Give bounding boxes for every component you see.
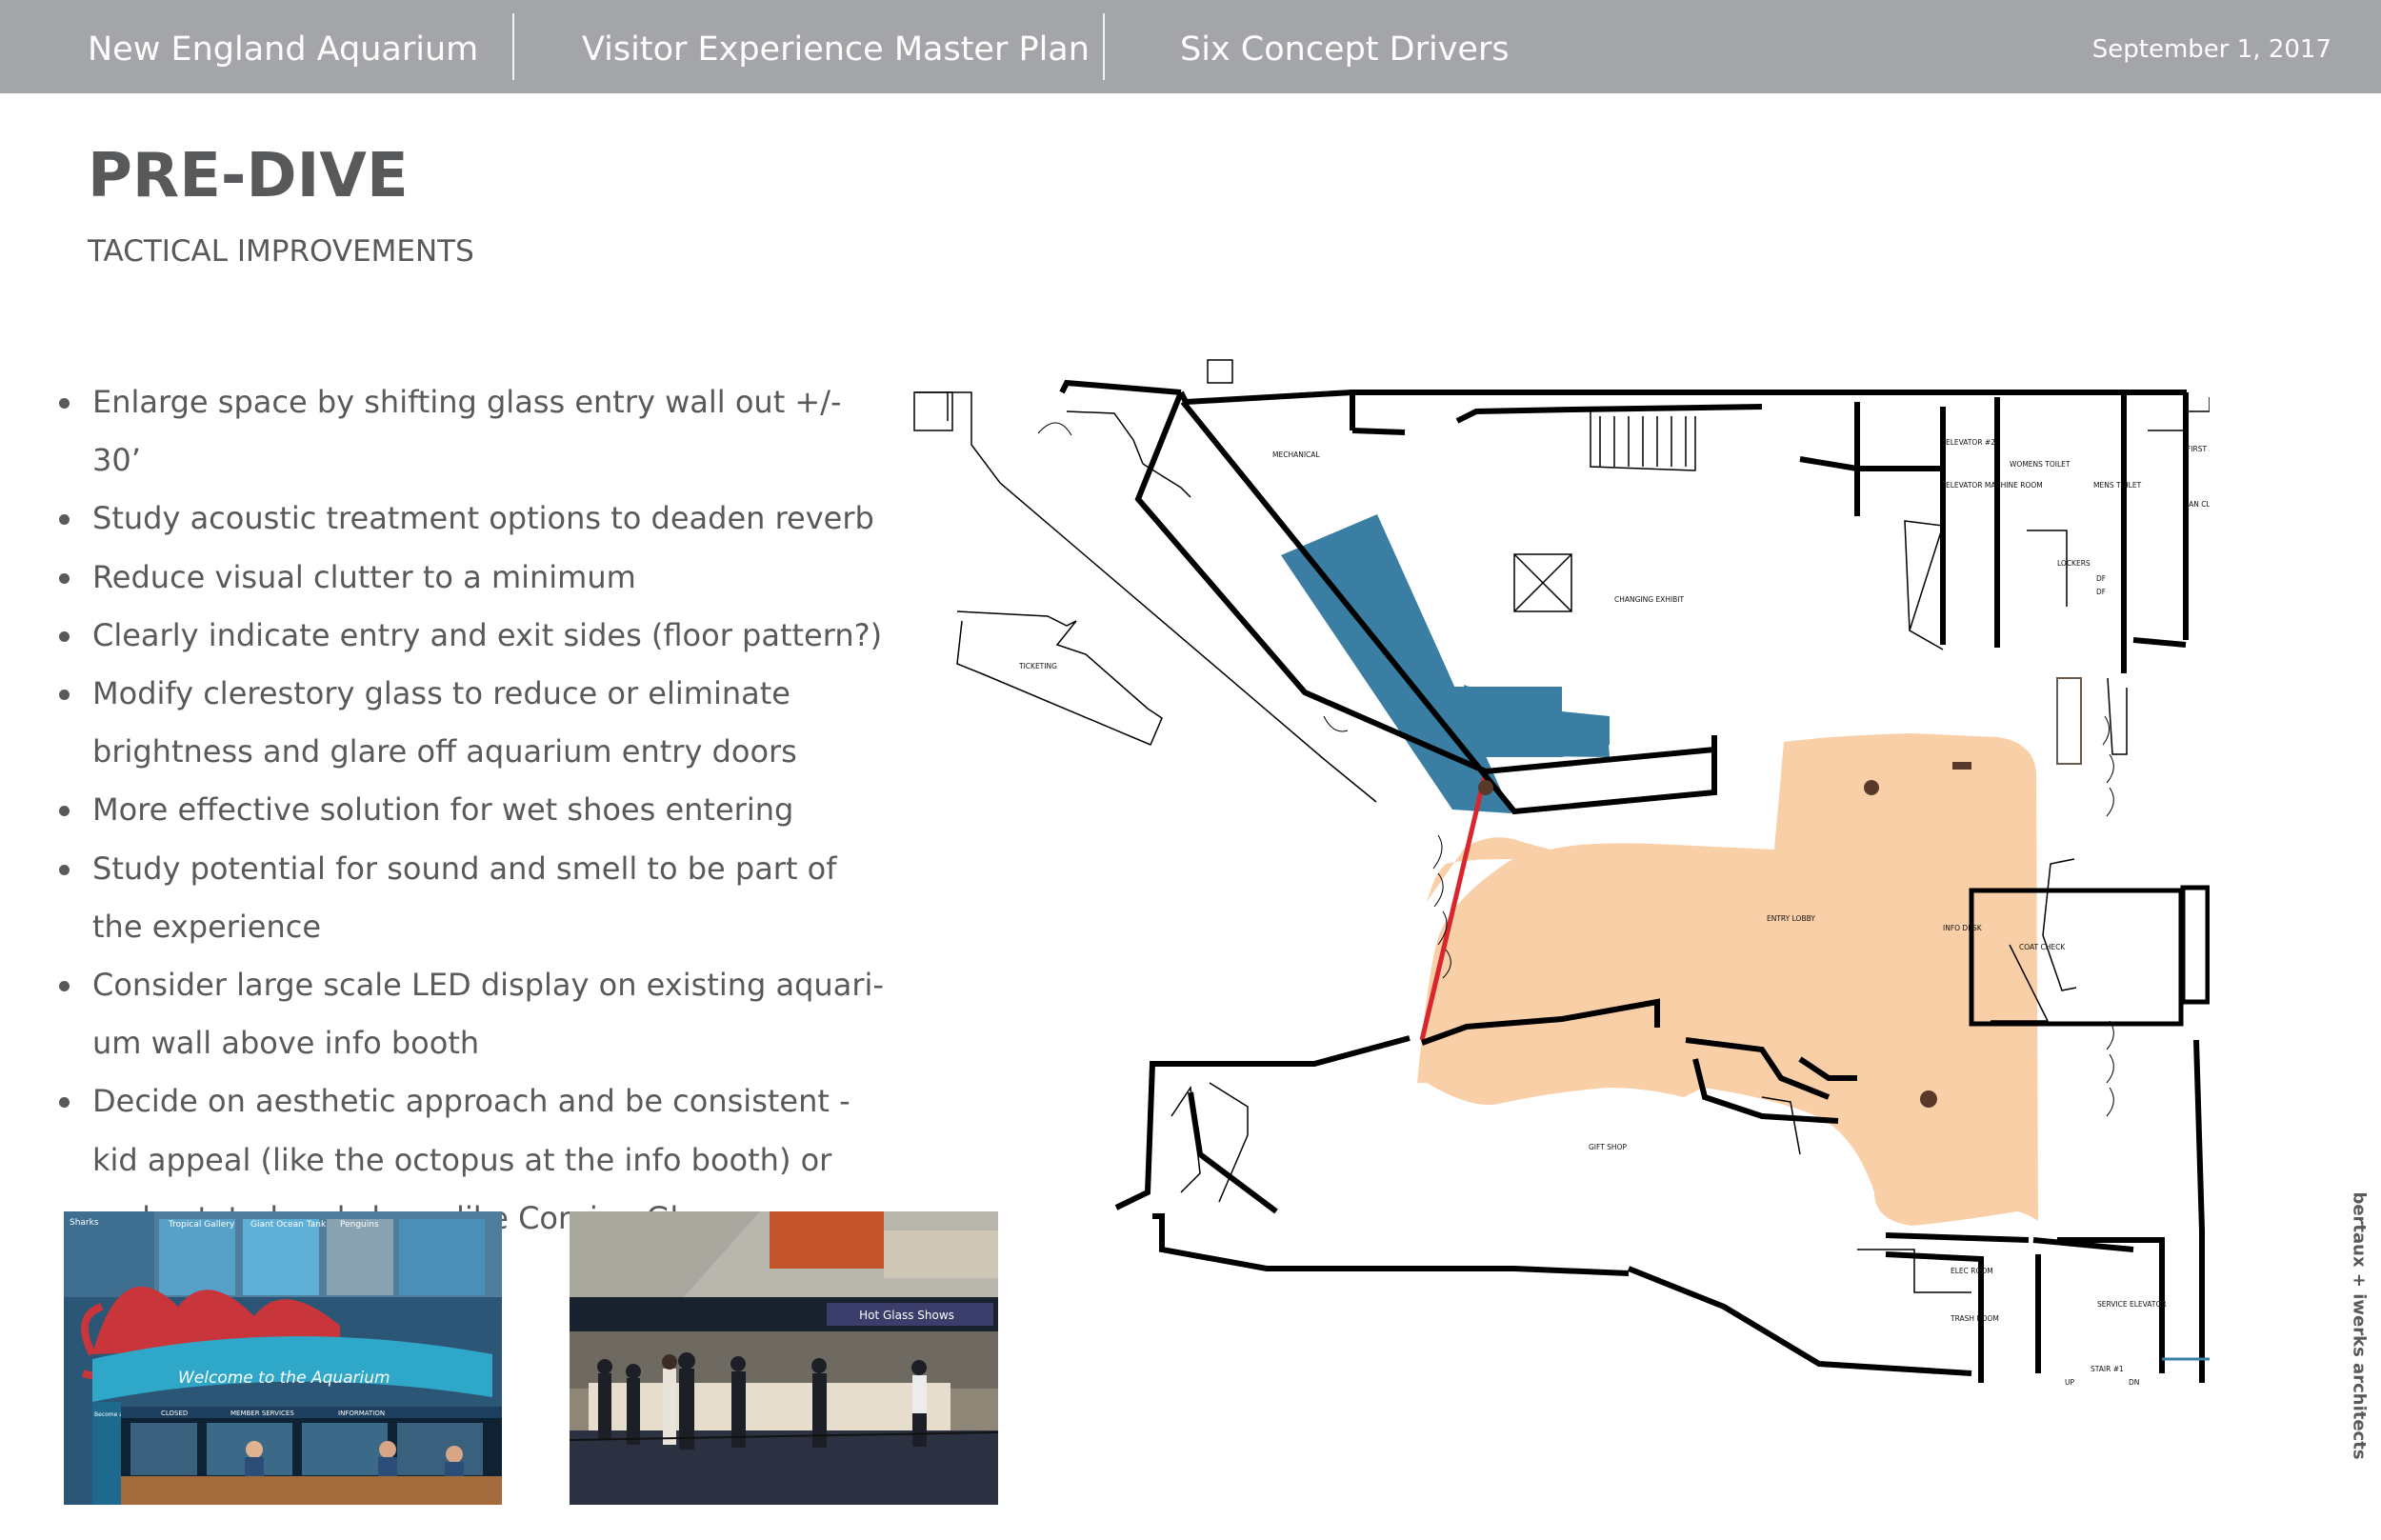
label-service-elevator: SERVICE ELEVATOR xyxy=(2097,1300,2167,1309)
list-item-line: Consider large scale LED display on exis… xyxy=(92,967,884,1004)
label-mechanical: MECHANICAL xyxy=(1272,450,1320,459)
list-item-line: kid appeal (like the octopus at the info… xyxy=(92,1141,832,1178)
sign-closed: CLOSED xyxy=(161,1410,188,1417)
list-item-line: Clearly indicate entry and exit sides (f… xyxy=(92,616,883,653)
bullet-dot xyxy=(59,398,70,409)
label-dn: DN xyxy=(2129,1378,2139,1387)
list-item: Study potential for sound and smell to b… xyxy=(57,840,895,956)
sign-penguins: Penguins xyxy=(340,1220,379,1230)
bullet-dot xyxy=(59,630,70,642)
sign-tropical-gallery: Tropical Gallery xyxy=(168,1220,235,1230)
header-project: Visitor Experience Master Plan xyxy=(582,30,1090,69)
header-bar: New England Aquarium Visitor Experience … xyxy=(0,0,2381,93)
header-date: September 1, 2017 xyxy=(2091,35,2331,64)
bullet-dot xyxy=(59,572,70,584)
bullet-dot xyxy=(59,806,70,817)
list-item-line: the experience xyxy=(92,908,322,945)
list-item-line: Decide on aesthetic approach and be cons… xyxy=(92,1083,850,1120)
label-coat-check: COAT CHECK xyxy=(2019,943,2066,951)
list-item: Clearly indicate entry and exit sides (f… xyxy=(57,607,895,665)
sign-member-services: MEMBER SERVICES xyxy=(230,1410,294,1417)
list-item-line: Study potential for sound and smell to b… xyxy=(92,850,837,887)
list-item: Study acoustic treatment options to dead… xyxy=(57,490,895,548)
label-elec-room: ELEC ROOM xyxy=(1951,1267,1993,1275)
label-entry-lobby: ENTRY LOBBY xyxy=(1767,914,1815,923)
list-item: Reduce visual clutter to a minimum xyxy=(57,549,895,607)
label-trash-room: TRASH ROOM xyxy=(1950,1314,1999,1323)
list-item-line: More effective solution for wet shoes en… xyxy=(92,791,794,829)
label-lockers: LOCKERS xyxy=(2057,559,2091,568)
bullet-dot xyxy=(59,864,70,875)
label-gift-shop: GIFT SHOP xyxy=(1589,1143,1627,1151)
architect-credit-text: bertaux + iwerks architects xyxy=(2349,1191,2370,1460)
label-stair: STAIR #1 xyxy=(2091,1365,2124,1373)
list-item: More effective solution for wet shoes en… xyxy=(57,781,895,839)
label-elevator: ELEVATOR #2 xyxy=(1946,438,1995,447)
floor-plan: MECHANICAL ELEVATOR #2 ELEVATOR MACHINE … xyxy=(905,354,2222,1402)
sign-welcome: Welcome to the Aquarium xyxy=(178,1369,390,1388)
header-org: New England Aquarium xyxy=(88,30,479,69)
label-df: DF xyxy=(2096,588,2106,596)
page-subtitle: TACTICAL IMPROVEMENTS xyxy=(88,234,474,269)
list-item: Enlarge space by shifting glass entry wa… xyxy=(57,373,895,490)
list-item: Consider large scale LED display on exis… xyxy=(57,956,895,1072)
architect-credit: bertaux + iwerks architects xyxy=(2348,1191,2371,1459)
list-item-line: Modify clerestory glass to reduce or eli… xyxy=(92,675,790,712)
sign-giant-ocean-tank: Giant Ocean Tank xyxy=(250,1220,327,1230)
label-up: UP xyxy=(2065,1378,2074,1387)
label-elevator-machine: ELEVATOR MACHINE ROOM xyxy=(1946,481,2043,490)
page-title: PRE-DIVE xyxy=(88,141,409,211)
list-item-line: Reduce visual clutter to a minimum xyxy=(92,558,636,595)
list-item-line: Study acoustic treatment options to dead… xyxy=(92,500,874,537)
sign-sharks: Sharks xyxy=(70,1218,99,1228)
sign-information: INFORMATION xyxy=(338,1410,385,1417)
floor-plan-drawing: MECHANICAL ELEVATOR #2 ELEVATOR MACHINE … xyxy=(913,359,2222,1387)
list-item-line: Enlarge space by shifting glass entry wa… xyxy=(92,384,842,479)
improvement-list: Enlarge space by shifting glass entry wa… xyxy=(57,373,895,1248)
aquarium-info-booth-photo: Sharks Tropical Gallery Giant Ocean Tank… xyxy=(64,1211,502,1505)
label-womens: WOMENS TOILET xyxy=(2010,460,2071,469)
header-divider xyxy=(512,13,514,80)
exhibit-zone-bar xyxy=(1452,687,1562,757)
list-item: Modify clerestory glass to reduce or eli… xyxy=(57,665,895,781)
header-divider xyxy=(1103,13,1105,80)
header-section: Six Concept Drivers xyxy=(1180,30,1510,69)
bullet-dot xyxy=(59,981,70,992)
label-df: DF xyxy=(2096,574,2106,583)
bullet-dot xyxy=(59,514,70,526)
bullet-dot xyxy=(59,690,70,701)
label-changing-exhibit: CHANGING EXHIBIT xyxy=(1614,595,1685,604)
info-booth-illustration: Sharks Tropical Gallery Giant Ocean Tank… xyxy=(64,1211,502,1505)
label-mens: MENS TOILET xyxy=(2093,481,2142,490)
list-item-line: brightness and glare off aquarium entry … xyxy=(92,733,797,770)
bullet-dot xyxy=(59,1097,70,1109)
coat-check-counter xyxy=(2056,677,2082,765)
label-first-aid: FIRST AID xyxy=(2187,445,2210,453)
label-ticketing: TICKETING xyxy=(1018,662,1057,670)
label-jan-closet: JAN CLOS xyxy=(2186,500,2210,509)
list-item-line: um wall above info booth xyxy=(92,1025,480,1062)
label-info-desk: INFO DESK xyxy=(1943,924,1983,932)
